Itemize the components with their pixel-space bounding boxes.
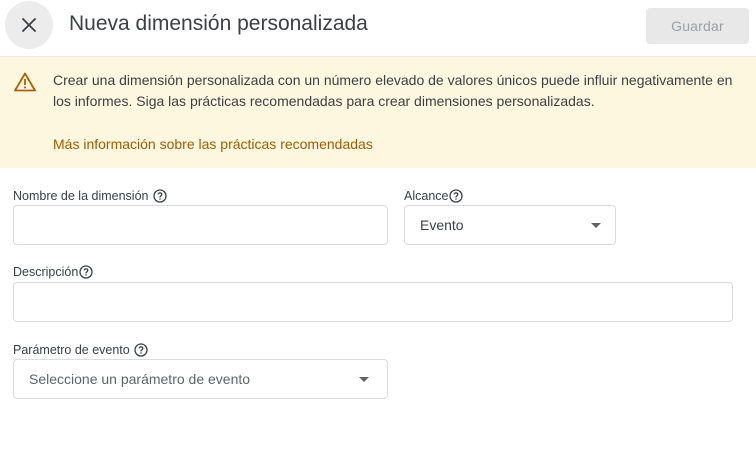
- page-title: Nueva dimensión personalizada: [69, 12, 368, 35]
- dimension-name-field[interactable]: [13, 205, 388, 245]
- dropdown-arrow-icon: [359, 377, 369, 382]
- dimension-name-label-text: Nombre de la dimensión: [13, 189, 149, 203]
- description-label: Descripción: [13, 265, 93, 279]
- dialog-header: Nueva dimensión personalizada Guardar: [0, 0, 756, 57]
- event-parameter-placeholder: Seleccione un parámetro de evento: [29, 371, 251, 387]
- help-icon[interactable]: [152, 189, 167, 203]
- description-field[interactable]: [13, 282, 733, 322]
- close-icon: [22, 18, 36, 32]
- dimension-name-label: Nombre de la dimensión: [13, 189, 167, 203]
- dimension-name-input[interactable]: [14, 206, 387, 244]
- description-input[interactable]: [14, 283, 732, 321]
- scope-label: Alcance: [404, 189, 464, 203]
- save-button[interactable]: Guardar: [646, 8, 749, 44]
- warning-icon: [14, 72, 36, 92]
- close-button[interactable]: [5, 1, 53, 49]
- scope-label-text: Alcance: [404, 189, 449, 203]
- best-practices-link[interactable]: Más información sobre las prácticas reco…: [53, 136, 373, 152]
- help-icon[interactable]: [134, 343, 148, 357]
- warning-text: Crear una dimensión personalizada con un…: [53, 72, 733, 109]
- dropdown-arrow-icon: [591, 223, 601, 228]
- event-parameter-label-text: Parámetro de evento: [13, 343, 130, 357]
- scope-select[interactable]: Evento: [404, 205, 616, 245]
- help-icon[interactable]: [449, 189, 464, 203]
- event-parameter-select[interactable]: Seleccione un parámetro de evento: [13, 359, 388, 399]
- scope-selected-value: Evento: [420, 217, 464, 233]
- help-icon[interactable]: [79, 265, 93, 279]
- description-label-text: Descripción: [13, 265, 79, 279]
- warning-banner: Crear una dimensión personalizada con un…: [0, 57, 756, 168]
- event-parameter-label: Parámetro de evento: [13, 343, 148, 357]
